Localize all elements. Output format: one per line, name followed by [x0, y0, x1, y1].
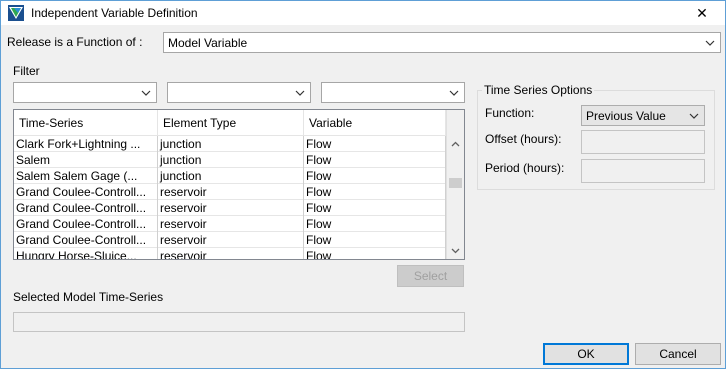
cell-variable: Flow	[304, 168, 446, 184]
cell-element-type: junction	[158, 152, 304, 168]
grid-body: Clark Fork+Lightning ... junction Flow S…	[14, 136, 446, 259]
cell-time-series: Grand Coulee-Controll...	[14, 184, 158, 200]
close-icon[interactable]: ✕	[679, 1, 725, 25]
cell-time-series: Grand Coulee-Controll...	[14, 216, 158, 232]
filter-select-1[interactable]	[13, 82, 157, 103]
chevron-down-icon	[705, 40, 715, 46]
filter-label: Filter	[13, 64, 40, 78]
select-button[interactable]: Select	[397, 265, 464, 287]
cell-element-type: reservoir	[158, 200, 304, 216]
chevron-down-icon	[449, 90, 459, 96]
cell-variable: Flow	[304, 136, 446, 152]
cell-time-series: Salem	[14, 152, 158, 168]
column-header-variable[interactable]: Variable	[304, 110, 446, 136]
cancel-button[interactable]: Cancel	[635, 343, 721, 365]
period-hours-field[interactable]	[581, 159, 705, 183]
cell-element-type: reservoir	[158, 248, 304, 259]
offset-hours-field[interactable]	[581, 130, 705, 154]
time-series-options-title: Time Series Options	[482, 83, 595, 97]
dialog-window: Independent Variable Definition ✕ Releas…	[0, 0, 726, 369]
filter-select-2[interactable]	[167, 82, 311, 103]
column-header-time-series[interactable]: Time-Series	[14, 110, 158, 136]
app-logo-icon	[8, 5, 24, 21]
cell-time-series: Hungry Horse-Sluice...	[14, 248, 158, 259]
cell-time-series: Grand Coulee-Controll...	[14, 232, 158, 248]
cell-time-series: Salem Salem Gage (...	[14, 168, 158, 184]
cell-element-type: junction	[158, 168, 304, 184]
window-title: Independent Variable Definition	[31, 6, 198, 20]
cell-element-type: reservoir	[158, 184, 304, 200]
release-function-select[interactable]: Model Variable	[163, 32, 721, 53]
grid-header: Time-Series Element Type Variable	[14, 110, 446, 136]
release-label: Release is a Function of :	[7, 35, 143, 49]
scroll-down-icon[interactable]	[447, 242, 464, 259]
function-select[interactable]: Previous Value	[581, 105, 705, 126]
title-bar[interactable]: Independent Variable Definition ✕	[1, 1, 725, 25]
offset-hours-label: Offset (hours):	[485, 132, 562, 146]
cell-variable: Flow	[304, 184, 446, 200]
table-row[interactable]: Salem Salem Gage (... junction Flow	[14, 168, 446, 184]
table-row[interactable]: Grand Coulee-Controll... reservoir Flow	[14, 232, 446, 248]
column-header-element-type[interactable]: Element Type	[158, 110, 304, 136]
scroll-up-icon[interactable]	[447, 136, 464, 153]
table-row[interactable]: Grand Coulee-Controll... reservoir Flow	[14, 184, 446, 200]
release-function-value: Model Variable	[168, 36, 248, 50]
cell-element-type: reservoir	[158, 232, 304, 248]
chevron-down-icon	[295, 90, 305, 96]
cell-variable: Flow	[304, 232, 446, 248]
chevron-down-icon	[689, 113, 699, 119]
function-select-value: Previous Value	[586, 109, 666, 123]
period-hours-label: Period (hours):	[485, 161, 565, 175]
cell-element-type: junction	[158, 136, 304, 152]
grid-vertical-scrollbar[interactable]	[446, 110, 464, 259]
cell-variable: Flow	[304, 216, 446, 232]
selected-time-series-field	[13, 312, 465, 332]
ok-button[interactable]: OK	[543, 343, 629, 365]
table-row[interactable]: Hungry Horse-Sluice... reservoir Flow	[14, 248, 446, 259]
function-label: Function:	[485, 106, 535, 120]
filter-select-3[interactable]	[321, 82, 465, 103]
cell-variable: Flow	[304, 200, 446, 216]
table-row[interactable]: Grand Coulee-Controll... reservoir Flow	[14, 216, 446, 232]
table-row[interactable]: Salem junction Flow	[14, 152, 446, 168]
cell-element-type: reservoir	[158, 216, 304, 232]
selected-time-series-label: Selected Model Time-Series	[13, 290, 164, 304]
cell-variable: Flow	[304, 152, 446, 168]
table-row[interactable]: Clark Fork+Lightning ... junction Flow	[14, 136, 446, 152]
time-series-grid[interactable]: Time-Series Element Type Variable Clark …	[13, 109, 465, 260]
scrollbar-thumb[interactable]	[449, 178, 462, 188]
cell-variable: Flow	[304, 248, 446, 259]
chevron-down-icon	[141, 90, 151, 96]
cell-time-series: Clark Fork+Lightning ...	[14, 136, 158, 152]
table-row[interactable]: Grand Coulee-Controll... reservoir Flow	[14, 200, 446, 216]
cell-time-series: Grand Coulee-Controll...	[14, 200, 158, 216]
